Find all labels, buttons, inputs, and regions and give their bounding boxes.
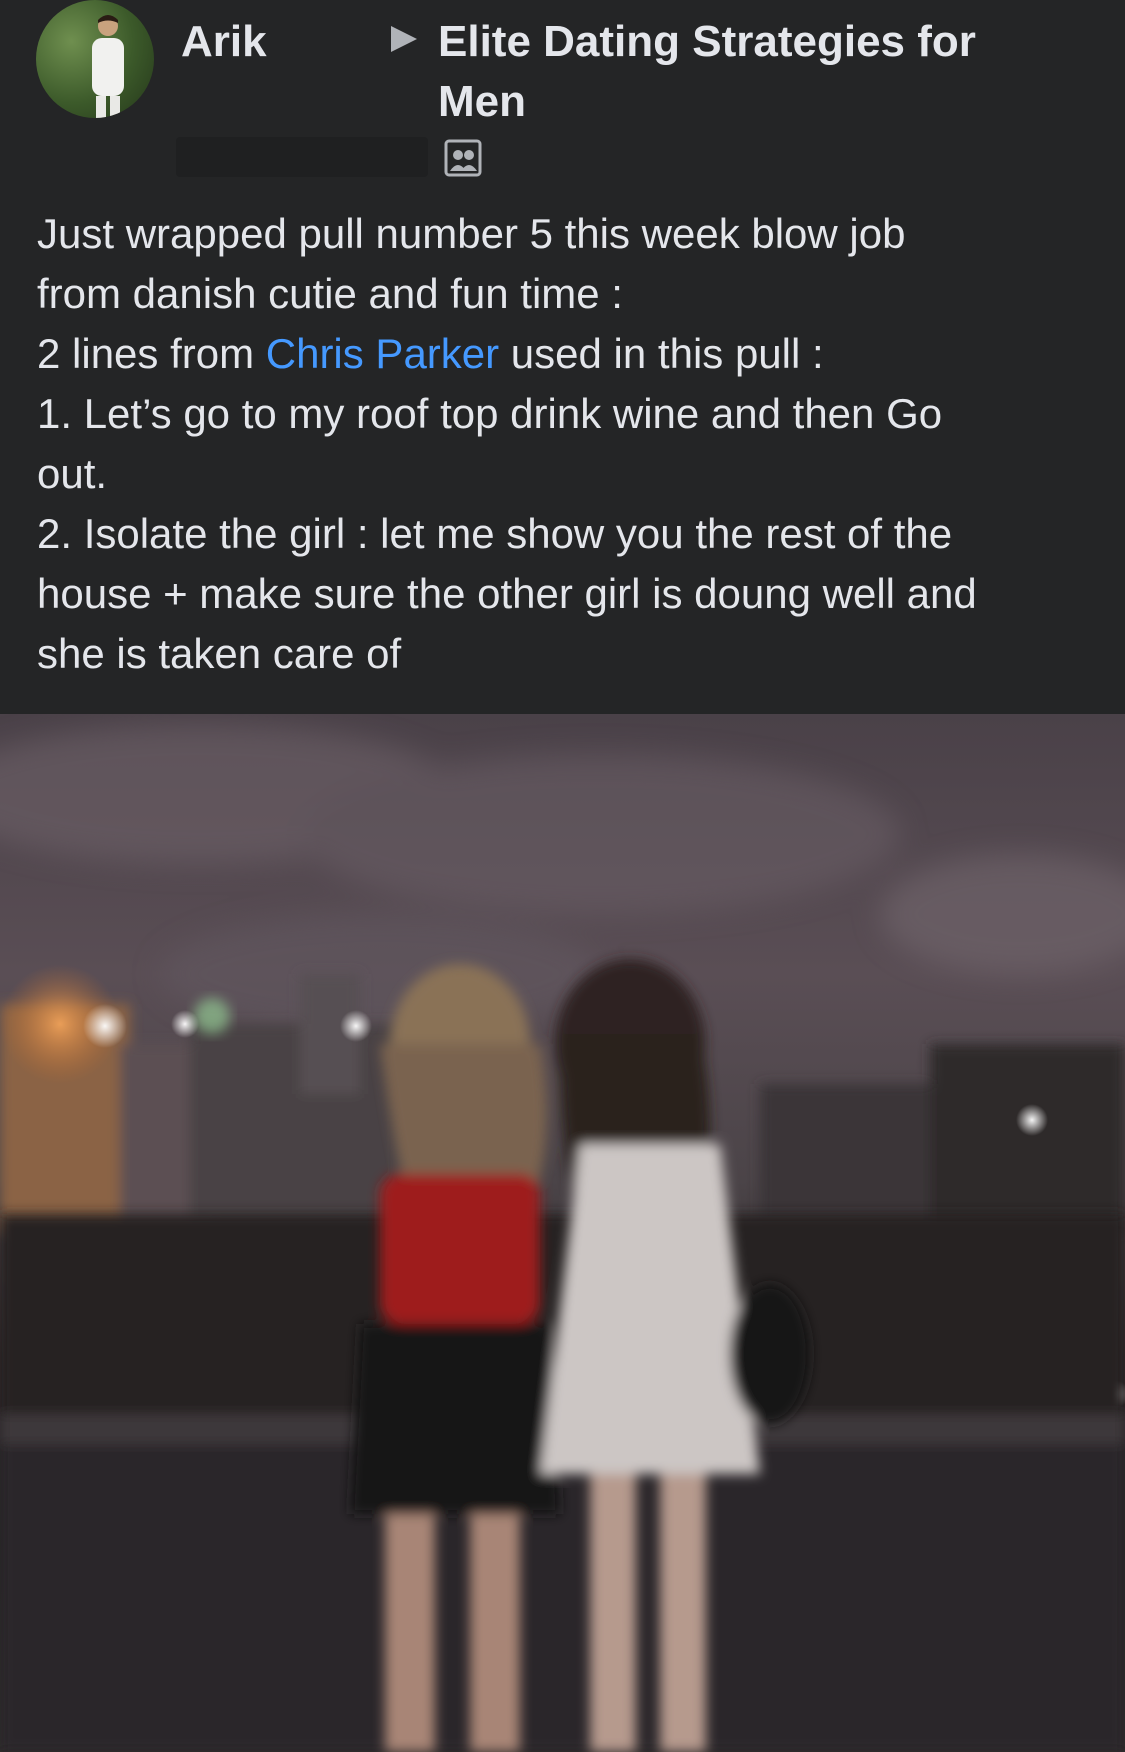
post-text-line: from danish cutie and fun time :	[37, 270, 623, 317]
post-header: Arik Elite Dating Strategies for Men	[0, 0, 1125, 190]
post-text-line: out.	[37, 450, 108, 497]
post-text-line: 1. Let’s go to my roof top drink wine an…	[37, 390, 943, 437]
post-body-text: Just wrapped pull number 5 this week blo…	[37, 204, 1097, 684]
post-card: Arik Elite Dating Strategies for Men Jus…	[0, 0, 1125, 1752]
triangle-right-icon	[391, 26, 417, 52]
post-meta-redacted	[176, 137, 428, 177]
post-text-line: Just wrapped pull number 5 this week blo…	[37, 210, 906, 257]
mention-link[interactable]: Chris Parker	[266, 330, 499, 377]
post-photo[interactable]	[0, 714, 1125, 1752]
avatar[interactable]	[36, 0, 154, 118]
group-audience-icon[interactable]	[444, 139, 482, 177]
post-text-line: 2 lines from Chris Parker used in this p…	[37, 324, 1097, 384]
post-text-line: house + make sure the other girl is doun…	[37, 570, 977, 617]
author-name[interactable]: Arik	[181, 12, 341, 72]
post-text-line: 2. Isolate the girl : let me show you th…	[37, 510, 953, 557]
post-text-line: she is taken care of	[37, 630, 402, 677]
group-name-link[interactable]: Elite Dating Strategies for Men	[438, 12, 1038, 132]
post-text-segment: used in this pull :	[499, 330, 824, 377]
post-text-segment: 2 lines from	[37, 330, 266, 377]
avatar-person-icon	[92, 15, 124, 118]
night-rooftop-photo-image	[0, 724, 1125, 1752]
